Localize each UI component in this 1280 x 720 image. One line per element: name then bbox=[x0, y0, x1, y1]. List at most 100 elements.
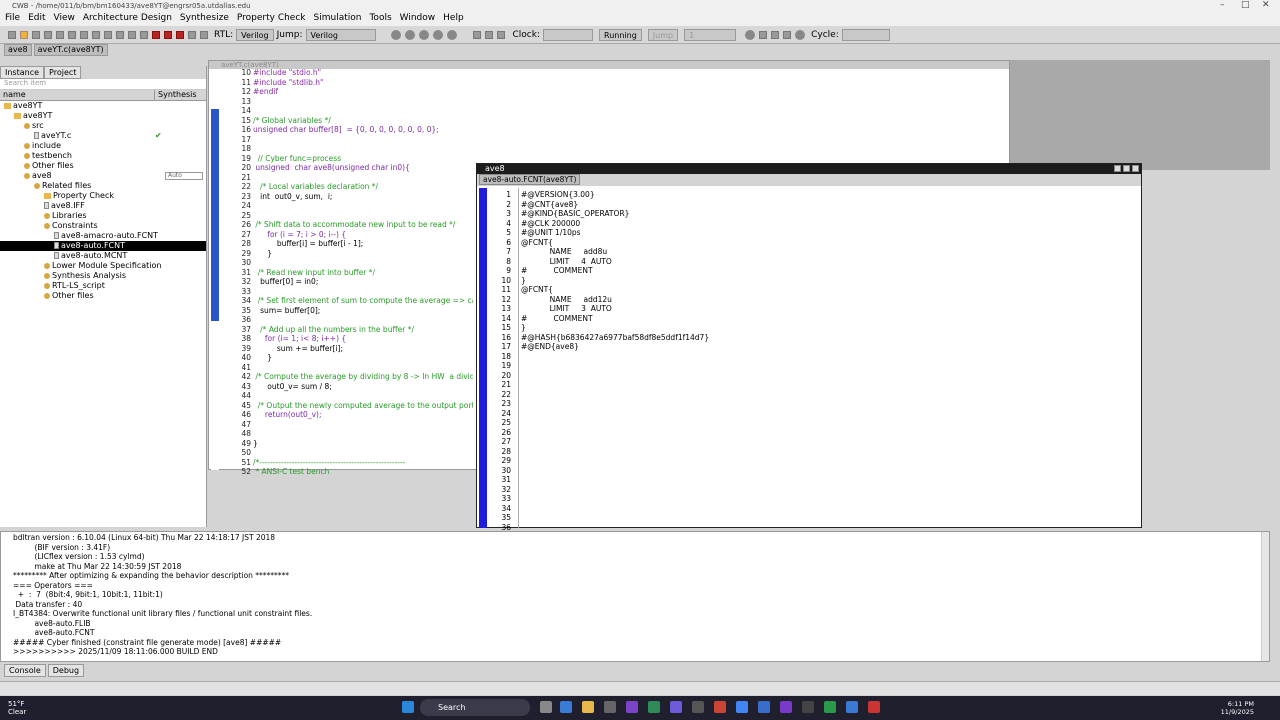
code-line[interactable]: #endif bbox=[253, 87, 473, 97]
tree-item[interactable]: Synthesis Analysis bbox=[0, 271, 206, 281]
cycle-count-input[interactable]: 1 bbox=[684, 28, 737, 41]
code-line[interactable]: } bbox=[253, 249, 473, 259]
tree-item[interactable]: testbench bbox=[0, 151, 206, 161]
record-icon[interactable] bbox=[795, 29, 806, 40]
tree-item[interactable]: Property Check bbox=[0, 191, 206, 201]
code-line[interactable]: buffer[0] = in0; bbox=[253, 277, 473, 287]
code-line[interactable] bbox=[521, 361, 709, 371]
replace-icon[interactable] bbox=[140, 30, 148, 39]
code-line[interactable] bbox=[521, 475, 709, 485]
code-line[interactable]: /* Output the newly computed average to … bbox=[253, 401, 473, 411]
col-synthesis[interactable]: Synthesis bbox=[155, 90, 197, 100]
stop-icon[interactable] bbox=[176, 30, 184, 39]
sim-stop-icon[interactable] bbox=[432, 29, 443, 40]
code-line[interactable]: for (i= 1; i< 8; i++) { bbox=[253, 334, 473, 344]
tab-aveYT[interactable]: aveYT.c(ave8YT) bbox=[33, 44, 108, 56]
code-line[interactable] bbox=[521, 352, 709, 362]
excel-icon[interactable] bbox=[824, 701, 836, 713]
sim-reset-icon[interactable] bbox=[446, 29, 457, 40]
fcnt-close-icon[interactable] bbox=[1132, 165, 1139, 172]
code-line[interactable] bbox=[521, 494, 709, 504]
app4-icon[interactable] bbox=[846, 701, 858, 713]
chrome-icon[interactable] bbox=[736, 701, 748, 713]
code-line[interactable]: #@VERSION{3.00} bbox=[521, 190, 709, 200]
tree-item[interactable]: ave8-amacro-auto.FCNT bbox=[0, 231, 206, 241]
code-line[interactable] bbox=[253, 173, 473, 183]
code-line[interactable]: /*--------------------------------------… bbox=[253, 458, 473, 468]
run-icon[interactable] bbox=[164, 30, 172, 39]
rtl-select[interactable]: Verilog bbox=[236, 28, 274, 41]
tree-item[interactable]: aveYT.c ✔ bbox=[0, 131, 206, 141]
tree-item[interactable]: ave8.IFF bbox=[0, 201, 206, 211]
code-line[interactable]: NAME add8u bbox=[521, 247, 709, 257]
code-line[interactable] bbox=[521, 466, 709, 476]
code-line[interactable]: #@CLK 200000 bbox=[521, 219, 709, 229]
tab-ave8[interactable]: ave8 bbox=[4, 44, 32, 56]
code-line[interactable] bbox=[253, 144, 473, 154]
code-line[interactable] bbox=[521, 456, 709, 466]
code-line[interactable] bbox=[253, 135, 473, 145]
code-line[interactable]: int out0_v, sum, i; bbox=[253, 192, 473, 202]
save-all-icon[interactable] bbox=[44, 30, 52, 39]
cycle-input[interactable] bbox=[841, 28, 890, 41]
code-line[interactable] bbox=[253, 363, 473, 373]
code-line[interactable] bbox=[253, 211, 473, 221]
code-line[interactable] bbox=[521, 504, 709, 514]
fcnt-tab[interactable]: ave8-auto.FCNT(ave8YT) bbox=[479, 174, 581, 185]
tree-item[interactable]: ave8YT bbox=[0, 111, 206, 121]
build-icon[interactable] bbox=[188, 30, 196, 39]
undo-icon[interactable] bbox=[56, 30, 64, 39]
app5-icon[interactable] bbox=[868, 701, 880, 713]
tab-instance[interactable]: Instance bbox=[0, 66, 45, 79]
code-line[interactable]: LIMIT 4 AUTO bbox=[521, 257, 709, 267]
weather-widget[interactable]: 51°F Clear bbox=[8, 700, 26, 716]
code-line[interactable] bbox=[521, 485, 709, 495]
tree-item[interactable]: Libraries bbox=[0, 211, 206, 221]
taskbar-clock[interactable]: 6:11 PM 11/9/2025 bbox=[1221, 700, 1254, 716]
copy-icon[interactable] bbox=[92, 30, 100, 39]
code-line[interactable]: // Cyber func=process bbox=[253, 154, 473, 164]
code-line[interactable]: #@END{ave8} bbox=[521, 342, 709, 352]
save-icon[interactable] bbox=[32, 30, 40, 39]
sim-pause-icon[interactable] bbox=[418, 29, 429, 40]
code-line[interactable] bbox=[253, 429, 473, 439]
code-line[interactable]: @FCNT{ bbox=[521, 238, 709, 248]
menu-architecture-design[interactable]: Architecture Design bbox=[83, 13, 172, 26]
tab-console[interactable]: Console bbox=[4, 664, 46, 677]
tree-item[interactable]: src bbox=[0, 121, 206, 131]
new-file-icon[interactable] bbox=[8, 30, 16, 39]
xbox-icon[interactable] bbox=[648, 701, 660, 713]
layout3-icon[interactable] bbox=[783, 30, 792, 39]
find-icon[interactable] bbox=[128, 30, 136, 39]
wave-icon[interactable] bbox=[472, 30, 481, 39]
tree-item[interactable]: Related files bbox=[0, 181, 206, 191]
fcnt-maximize-icon[interactable] bbox=[1123, 165, 1130, 172]
menu-tools[interactable]: Tools bbox=[369, 13, 391, 26]
code-line[interactable]: #include "stdlib.h" bbox=[253, 78, 473, 88]
code-line[interactable]: for (i = 7; i > 0; i--) { bbox=[253, 230, 473, 240]
code-line[interactable] bbox=[521, 380, 709, 390]
tree-item[interactable]: ave8-auto.MCNT bbox=[0, 251, 206, 261]
code-line[interactable]: /* Read new input into buffer */ bbox=[253, 268, 473, 278]
close-icon[interactable]: ✕ bbox=[1262, 0, 1270, 10]
code-line[interactable]: /* Shift data to accommodate new input t… bbox=[253, 220, 473, 230]
code-text[interactable]: #include "stdio.h" #include "stdlib.h" #en… bbox=[253, 68, 473, 477]
search-input[interactable]: Search item bbox=[0, 79, 206, 90]
redo-icon[interactable] bbox=[68, 30, 76, 39]
code-line[interactable]: #@UNIT 1/10ps bbox=[521, 228, 709, 238]
synthesize-icon[interactable] bbox=[152, 30, 160, 39]
jump-button[interactable]: Jump bbox=[647, 28, 679, 41]
tree-item[interactable]: ave8YT bbox=[0, 101, 206, 111]
code-line[interactable]: unsigned char ave8(unsigned char in0){ bbox=[253, 163, 473, 173]
code-line[interactable] bbox=[253, 106, 473, 116]
code-line[interactable] bbox=[521, 428, 709, 438]
synthesis-mode-select[interactable]: Auto bbox=[165, 172, 203, 180]
code-line[interactable] bbox=[521, 399, 709, 409]
code-line[interactable]: # COMMENT bbox=[521, 314, 709, 324]
code-line[interactable] bbox=[253, 315, 473, 325]
code-line[interactable]: * ANSI-C test bench bbox=[253, 467, 473, 477]
code-line[interactable]: # COMMENT bbox=[521, 266, 709, 276]
code-line[interactable] bbox=[253, 201, 473, 211]
menu-window[interactable]: Window bbox=[400, 13, 436, 26]
teams-icon[interactable] bbox=[670, 701, 682, 713]
